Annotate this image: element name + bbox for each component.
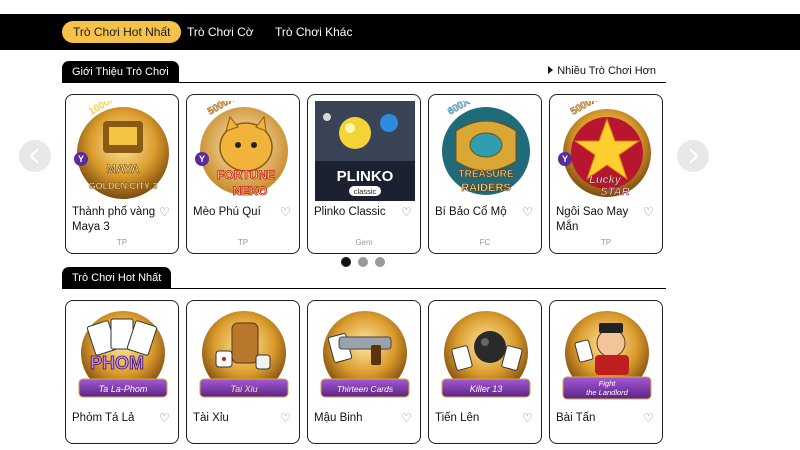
svg-text:STAR: STAR — [600, 186, 629, 198]
carousel-dot-1[interactable] — [341, 257, 351, 267]
game-provider: TP — [600, 238, 612, 247]
heart-icon[interactable]: ♡ — [643, 206, 655, 218]
game-banner-text: Killer 13 — [470, 384, 503, 394]
hot-games-section-header: Trò Chơi Hot Nhất — [62, 267, 666, 289]
svg-text:RAIDERS: RAIDERS — [461, 182, 511, 194]
game-card-tai-xiu[interactable]: Tai Xiu Tài Xỉu ♡ — [186, 300, 300, 444]
heart-icon[interactable]: ♡ — [401, 206, 413, 218]
game-card-lucky-star[interactable]: Y 5000X Lucky STAR Ngôi Sao May Mắn ♡ TP — [549, 94, 663, 254]
heart-icon[interactable]: ♡ — [401, 412, 413, 424]
tab-hot-games[interactable]: Trò Chơi Hot Nhất — [62, 21, 182, 43]
svg-text:PHOM: PHOM — [90, 353, 144, 373]
game-provider: Gem — [355, 238, 373, 247]
plinko-logo-text: PLINKO — [337, 168, 394, 185]
svg-text:TREASURE: TREASURE — [458, 169, 513, 180]
game-name: Tiến Lên — [435, 412, 480, 424]
heart-icon[interactable]: ♡ — [280, 412, 292, 424]
game-name: Ngôi Sao May Mắn — [556, 206, 629, 233]
plinko-classic-thumbnail: PLINKO classic — [315, 101, 415, 201]
svg-text:the Landlord: the Landlord — [586, 388, 629, 397]
game-card-fortune-neko[interactable]: Y 5000X FORTUNE NEKO Mèo Phú Quí ♡ TP — [186, 94, 300, 254]
more-games-label: Nhiều Trò Chơi Hơn — [557, 65, 656, 77]
game-provider: TP — [237, 238, 249, 247]
svg-text:MAYA: MAYA — [106, 162, 139, 176]
carousel-next-button[interactable] — [677, 140, 709, 172]
game-name: Phỏm Tá Lả — [72, 412, 135, 424]
heart-icon[interactable]: ♡ — [159, 412, 171, 424]
heart-icon[interactable]: ♡ — [159, 206, 171, 218]
svg-text:Lucky: Lucky — [589, 174, 622, 186]
featured-section-header: Giới Thiệu Trò Chơi Nhiều Trò Chơi Hơn — [62, 61, 666, 83]
chevron-right-icon — [689, 148, 699, 164]
game-provider: TP — [116, 238, 128, 247]
fortune-neko-thumbnail: Y 5000X FORTUNE NEKO — [195, 101, 288, 198]
play-arrow-icon — [548, 66, 554, 74]
carousel-prev-button[interactable] — [19, 140, 51, 172]
carousel-dot-2[interactable] — [358, 257, 368, 267]
game-card-bai-tan[interactable]: Fight the Landlord Bài Tấn ♡ — [549, 300, 663, 444]
chevron-left-icon — [29, 148, 39, 164]
top-nav-bar: Trò Chơi Hot Nhất Trò Chơi Cờ Trò Chơi K… — [0, 14, 800, 50]
svg-text:Y: Y — [78, 154, 84, 164]
tai-xiu-thumbnail: Tai Xiu — [199, 311, 289, 398]
featured-section-title: Giới Thiệu Trò Chơi — [62, 61, 179, 83]
svg-text:Fight: Fight — [599, 379, 617, 388]
game-provider: FC — [479, 238, 491, 247]
game-name: Plinko Classic — [314, 206, 386, 218]
game-card-maya-golden-city[interactable]: Y 1000X MAYA GOLDEN CITY 3 Thành phố vàn… — [65, 94, 179, 254]
game-card-phom-ta-la[interactable]: PHOM Ta La-Phom Phỏm Tá Lả ♡ — [65, 300, 179, 444]
game-name: Mậu Binh — [314, 412, 363, 424]
game-card-tien-len[interactable]: Killer 13 Tiến Lên ♡ — [428, 300, 542, 444]
bai-tan-thumbnail: Fight the Landlord — [562, 311, 652, 400]
game-banner-text: Tai Xiu — [230, 384, 257, 394]
svg-text:Y: Y — [199, 154, 205, 164]
hot-games-section-title: Trò Chơi Hot Nhất — [62, 267, 172, 289]
svg-text:Y: Y — [562, 154, 568, 164]
game-name: Thành phố vàng Maya 3 — [72, 206, 156, 233]
heart-icon[interactable]: ♡ — [643, 412, 655, 424]
heart-icon[interactable]: ♡ — [522, 412, 534, 424]
game-card-treasure-raiders[interactable]: 600X TREASURE RAIDERS Bí Bảo Cổ Mộ ♡ FC — [428, 94, 542, 254]
svg-text:GOLDEN CITY 3: GOLDEN CITY 3 — [89, 181, 158, 191]
tab-board-games[interactable]: Trò Chơi Cờ — [176, 21, 265, 43]
game-name: Tài Xỉu — [193, 412, 229, 424]
tien-len-thumbnail: Killer 13 — [441, 311, 531, 398]
svg-text:FORTUNE: FORTUNE — [217, 168, 275, 182]
lucky-star-thumbnail: Y 5000X Lucky STAR — [558, 101, 651, 198]
game-banner-text: Ta La-Phom — [99, 384, 148, 394]
treasure-raiders-thumbnail: 600X TREASURE RAIDERS — [442, 101, 530, 195]
mau-binh-thumbnail: Thirteen Cards — [320, 311, 410, 398]
game-name: Bí Bảo Cổ Mộ — [435, 206, 507, 218]
game-name: Bài Tấn — [556, 412, 596, 424]
svg-text:NEKO: NEKO — [233, 184, 268, 198]
heart-icon[interactable]: ♡ — [522, 206, 534, 218]
maya-golden-city-thumbnail: Y 1000X MAYA GOLDEN CITY 3 — [74, 101, 169, 199]
carousel-dot-3[interactable] — [375, 257, 385, 267]
more-games-link[interactable]: Nhiều Trò Chơi Hơn — [548, 65, 656, 77]
game-card-plinko-classic[interactable]: PLINKO classic Plinko Classic ♡ Gem — [307, 94, 421, 254]
game-name: Mèo Phú Quí — [193, 206, 261, 218]
phom-ta-la-thumbnail: PHOM Ta La-Phom — [78, 311, 168, 398]
game-card-mau-binh[interactable]: Thirteen Cards Mậu Binh ♡ — [307, 300, 421, 444]
heart-icon[interactable]: ♡ — [280, 206, 292, 218]
plinko-sub-text: classic — [354, 187, 377, 196]
game-banner-text: Thirteen Cards — [337, 384, 394, 394]
tab-other-games[interactable]: Trò Chơi Khác — [264, 21, 363, 43]
